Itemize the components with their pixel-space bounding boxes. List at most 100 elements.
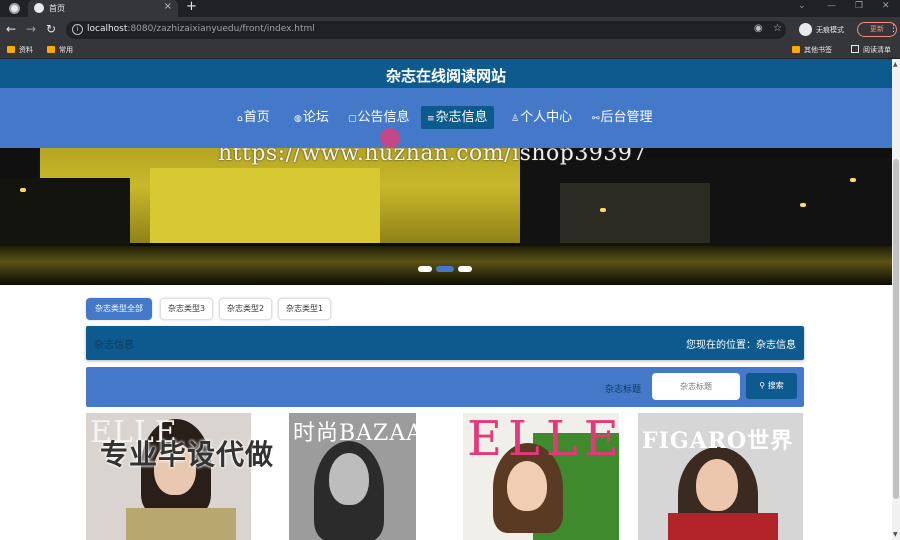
browser-tab-strip: 首页 × + ⌄ — ❐ ✕ xyxy=(0,0,900,17)
filter-type-1[interactable]: 杂志类型1 xyxy=(278,298,331,320)
bookmarks-bar: 资料 常用 其他书签 阅读清单 xyxy=(0,43,900,59)
url-text[interactable]: localhost:8080/zazhizaixianyuedu/front/i… xyxy=(87,24,315,34)
site-info-icon[interactable]: i xyxy=(72,24,83,35)
folder-icon xyxy=(792,46,800,53)
banner-lamp xyxy=(800,203,806,207)
cover-face xyxy=(329,453,369,505)
nav-item-admin[interactable]: ⚯后台管理 xyxy=(586,106,659,129)
minimize-button[interactable]: — xyxy=(827,1,836,11)
bookmark-label: 资料 xyxy=(19,46,33,54)
incognito-label: 无痕模式 xyxy=(816,26,844,34)
maximize-button[interactable]: ❐ xyxy=(855,1,863,11)
section-title: 杂志信息 xyxy=(94,340,134,351)
location-text: 您现在的位置：杂志信息 xyxy=(686,340,796,351)
mouse-cursor-highlight xyxy=(380,128,400,148)
magazine-card[interactable]: ELLE xyxy=(463,413,619,540)
bookmark-folder[interactable]: 常用 xyxy=(47,45,73,56)
scrollbar-thumb[interactable] xyxy=(893,159,899,499)
reading-list-icon xyxy=(851,45,859,53)
filter-type-3[interactable]: 杂志类型3 xyxy=(160,298,213,320)
banner-house xyxy=(560,183,710,243)
cover-face xyxy=(696,459,738,511)
carousel-dot-active[interactable] xyxy=(436,266,454,272)
cover-outfit xyxy=(668,513,778,540)
url-path: :8080/zazhizaixianyuedu/front/index.html xyxy=(127,24,315,34)
overlay-watermark-text: 专业毕设代做 xyxy=(100,438,275,471)
site-title: 杂志在线阅读网站 xyxy=(385,67,506,85)
url-host: localhost xyxy=(87,24,128,34)
tab-title: 首页 xyxy=(49,4,65,13)
bookmark-label: 常用 xyxy=(59,46,73,54)
magazine-card[interactable]: 时尚BAZAAR xyxy=(289,413,416,540)
list-icon: ≡ xyxy=(427,114,435,124)
nav-label: 个人中心 xyxy=(520,110,573,125)
search-bar: 杂志标题 ⚲ 搜索 xyxy=(86,367,804,407)
forum-icon: ◍ xyxy=(294,114,302,124)
nav-label: 论坛 xyxy=(302,110,329,125)
nav-item-magazines[interactable]: ≡杂志信息 xyxy=(421,106,494,129)
watermark-url: https://www.huzhan.com/ishop39397 xyxy=(218,148,647,166)
forward-icon[interactable]: → xyxy=(26,22,36,36)
close-tab-icon[interactable]: × xyxy=(164,1,172,12)
bookmark-folder[interactable]: 资料 xyxy=(7,45,33,56)
filter-all[interactable]: 杂志类型全部 xyxy=(86,298,152,320)
nav-item-forum[interactable]: ◍论坛 xyxy=(288,106,335,129)
nav-item-profile[interactable]: ♙个人中心 xyxy=(505,106,578,129)
search-icon: ⚲ xyxy=(759,381,768,390)
banner-lamp xyxy=(20,188,26,192)
new-tab-button[interactable]: + xyxy=(186,0,197,14)
banner-carousel[interactable]: https://www.huzhan.com/ishop39397 xyxy=(0,148,892,285)
reading-list-label: 阅读清单 xyxy=(863,46,891,54)
scroll-up-icon[interactable]: ▲ xyxy=(893,61,898,68)
cover-masthead: FIGARO世界 xyxy=(642,428,794,454)
search-label: 杂志标题 xyxy=(605,385,642,395)
folder-icon xyxy=(47,46,55,53)
other-bookmarks[interactable]: 其他书签 xyxy=(792,45,832,56)
globe-icon xyxy=(34,3,44,13)
nav-label: 杂志信息 xyxy=(435,110,488,125)
site-header: 杂志在线阅读网站 xyxy=(0,59,892,88)
banner-lit-wall-center xyxy=(150,168,380,243)
close-window-button[interactable]: ✕ xyxy=(882,1,890,11)
user-icon: ♙ xyxy=(511,114,520,124)
bookmark-star-icon[interactable]: ☆ xyxy=(773,23,782,34)
search-button[interactable]: ⚲ 搜索 xyxy=(746,373,797,399)
nav-item-notices[interactable]: ▢公告信息 xyxy=(342,106,416,129)
cover-masthead: 时尚BAZAAR xyxy=(293,421,416,446)
tab-search-icon[interactable]: ⌄ xyxy=(798,1,806,11)
page-scrollbar[interactable]: ▲ ▼ xyxy=(892,59,900,540)
carousel-dot[interactable] xyxy=(418,266,432,272)
banner-lamp xyxy=(600,208,606,212)
home-icon: ⌂ xyxy=(237,114,243,124)
scroll-down-icon[interactable]: ▼ xyxy=(893,531,898,538)
reload-icon[interactable]: ↻ xyxy=(46,22,56,36)
incognito-icon[interactable] xyxy=(799,23,812,36)
back-icon[interactable]: ← xyxy=(6,22,16,36)
folder-icon xyxy=(7,46,15,53)
address-toolbar: ← → ↻ i localhost:8080/zazhizaixianyuedu… xyxy=(0,17,900,43)
notice-icon: ▢ xyxy=(348,114,357,124)
link-icon: ⚯ xyxy=(592,114,600,124)
cover-masthead: ELLE xyxy=(467,413,619,467)
nav-label: 公告信息 xyxy=(357,110,410,125)
banner-lamp xyxy=(850,178,856,182)
search-button-label: 搜索 xyxy=(767,381,784,390)
magazine-card[interactable]: FIGARO世界 xyxy=(638,413,803,540)
carousel-dot[interactable] xyxy=(458,266,472,272)
main-nav: ⌂首页 ◍论坛 ▢公告信息 ≡杂志信息 ♙个人中心 ⚯后台管理 xyxy=(0,88,892,148)
address-bar[interactable]: i localhost:8080/zazhizaixianyuedu/front… xyxy=(66,21,786,39)
nav-label: 后台管理 xyxy=(600,110,653,125)
reading-list[interactable]: 阅读清单 xyxy=(851,45,891,56)
nav-item-home[interactable]: ⌂首页 xyxy=(231,106,276,129)
search-input[interactable] xyxy=(652,373,740,400)
browser-tab[interactable]: 首页 × xyxy=(28,0,178,17)
eye-slash-icon[interactable]: ◉ xyxy=(754,23,763,34)
breadcrumb: 杂志信息 您现在的位置：杂志信息 xyxy=(86,326,804,360)
update-button[interactable]: 更新 xyxy=(857,22,898,37)
nav-label: 首页 xyxy=(243,110,270,125)
filter-type-2[interactable]: 杂志类型2 xyxy=(219,298,272,320)
browser-menu-icon[interactable] xyxy=(9,3,20,14)
cover-face xyxy=(507,461,547,511)
other-bookmarks-label: 其他书签 xyxy=(804,46,832,54)
cover-outfit xyxy=(126,508,236,540)
